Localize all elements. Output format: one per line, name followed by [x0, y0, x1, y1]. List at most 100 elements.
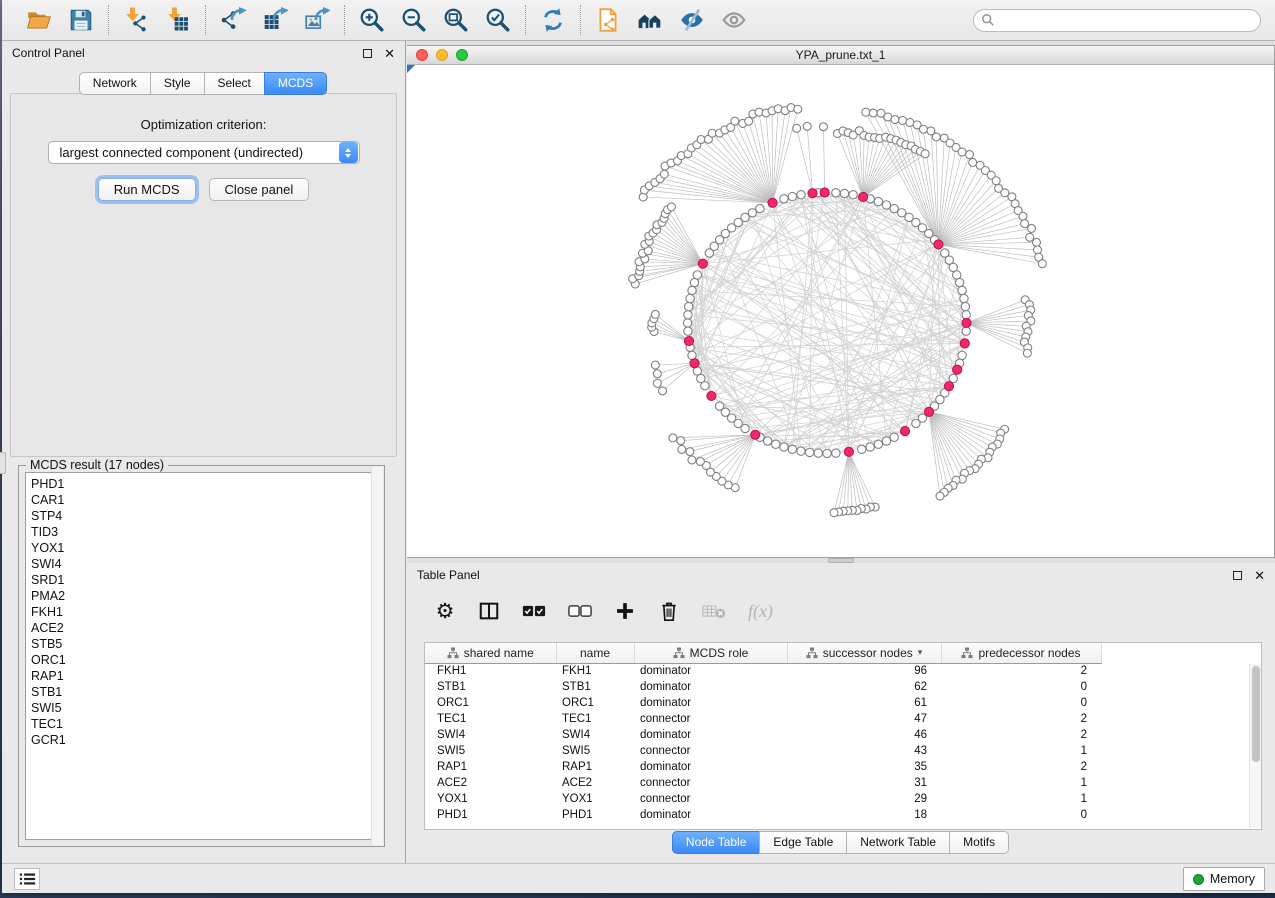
export-image-icon[interactable] [303, 6, 331, 34]
result-node-phd1[interactable]: PHD1 [31, 476, 377, 492]
select-stepper-icon [339, 142, 358, 163]
save-session-icon[interactable] [67, 6, 95, 34]
zoom-selected-icon[interactable] [484, 6, 512, 34]
mcds-tab-content: Optimization criterion: largest connecte… [10, 93, 397, 457]
column-header-predecessor-nodes[interactable]: predecessor nodes [941, 643, 1101, 663]
tab-node-table[interactable]: Node Table [672, 831, 761, 854]
status-bar: Memory [2, 863, 1275, 893]
split-panel-icon[interactable] [478, 600, 500, 622]
share-document-icon[interactable] [594, 6, 622, 34]
result-node-orc1[interactable]: ORC1 [31, 652, 377, 668]
result-node-swi4[interactable]: SWI4 [31, 556, 377, 572]
criterion-selected-value: largest connected component (undirected) [49, 145, 339, 160]
table-row-rap1[interactable]: RAP1RAP1dominator352 [425, 759, 1248, 775]
control-panel-title: Control Panel [12, 46, 85, 60]
table-row-orc1[interactable]: ORC1ORC1dominator610 [425, 695, 1248, 711]
cytoscape-window: Control Panel ✕ NetworkStyleSelectMCDS O… [2, 0, 1275, 893]
result-node-ace2[interactable]: ACE2 [31, 620, 377, 636]
result-node-tid3[interactable]: TID3 [31, 524, 377, 540]
table-panel-titlebar: Table Panel ✕ [407, 563, 1275, 587]
result-node-car1[interactable]: CAR1 [31, 492, 377, 508]
table-row-phd1[interactable]: PHD1PHD1dominator180 [425, 807, 1248, 823]
table-row-swi4[interactable]: SWI4SWI4dominator462 [425, 727, 1248, 743]
float-table-panel-icon[interactable] [1233, 571, 1242, 580]
column-header-successor-nodes[interactable]: successor nodes▾ [787, 643, 941, 663]
delete-table-icon [702, 604, 726, 619]
vertical-splitter-handle[interactable] [0, 452, 6, 474]
table-row-fkh1[interactable]: FKH1FKH1dominator962 [425, 663, 1248, 679]
network-canvas[interactable] [407, 65, 1274, 557]
result-node-stb5[interactable]: STB5 [31, 636, 377, 652]
result-list-scrollbar[interactable] [371, 467, 383, 845]
network-graph[interactable] [407, 65, 1274, 557]
network-window: YPA_prune.txt_1 [407, 45, 1275, 558]
control-panel: Control Panel ✕ NetworkStyleSelectMCDS O… [2, 41, 406, 863]
table-tabs: Node TableEdge TableNetwork TableMotifs [407, 831, 1275, 854]
memory-button[interactable]: Memory [1183, 867, 1265, 891]
column-header-name[interactable]: name [556, 643, 634, 663]
table-panel: Table Panel ✕ ⚙f(x) shared namenameMCDS … [407, 563, 1275, 863]
tab-select[interactable]: Select [204, 72, 265, 95]
column-filler [1101, 643, 1248, 663]
zoom-fit-icon[interactable] [442, 6, 470, 34]
zoom-in-icon[interactable] [358, 6, 386, 34]
mcds-result-title: MCDS result (17 nodes) [26, 458, 168, 472]
import-table-icon[interactable] [164, 6, 192, 34]
optimization-criterion-label: Optimization criterion: [11, 117, 396, 132]
export-network-icon[interactable] [219, 6, 247, 34]
result-node-rap1[interactable]: RAP1 [31, 668, 377, 684]
table-scrollbar[interactable] [1249, 664, 1261, 828]
open-session-icon[interactable] [25, 6, 53, 34]
show-hidden-icon[interactable] [720, 6, 748, 34]
import-network-icon[interactable] [122, 6, 150, 34]
select-all-icon[interactable] [522, 604, 546, 618]
tab-network[interactable]: Network [79, 72, 151, 95]
zoom-out-icon[interactable] [400, 6, 428, 34]
memory-status-icon [1193, 874, 1204, 885]
result-node-pma2[interactable]: PMA2 [31, 588, 377, 604]
result-node-stb1[interactable]: STB1 [31, 684, 377, 700]
search-input[interactable] [973, 9, 1261, 32]
add-column-icon[interactable] [614, 601, 636, 621]
result-node-srd1[interactable]: SRD1 [31, 572, 377, 588]
export-table-icon[interactable] [261, 6, 289, 34]
close-panel-button[interactable]: Close panel [209, 178, 310, 201]
table-row-ace2[interactable]: ACE2ACE2connector311 [425, 775, 1248, 791]
tab-style[interactable]: Style [150, 72, 205, 95]
float-panel-icon[interactable] [363, 49, 372, 58]
column-header-shared-name[interactable]: shared name [425, 643, 556, 663]
tab-mcds[interactable]: MCDS [264, 72, 327, 95]
panel-menu-button[interactable] [14, 868, 40, 890]
main-toolbar [2, 0, 1275, 41]
criterion-select[interactable]: largest connected component (undirected) [48, 141, 360, 164]
first-neighbors-icon[interactable] [636, 6, 664, 34]
result-node-swi5[interactable]: SWI5 [31, 700, 377, 716]
result-node-tec1[interactable]: TEC1 [31, 716, 377, 732]
result-node-gcr1[interactable]: GCR1 [31, 732, 377, 748]
table-row-stb1[interactable]: STB1STB1dominator620 [425, 679, 1248, 695]
result-node-yox1[interactable]: YOX1 [31, 540, 377, 556]
search-box [973, 9, 1261, 32]
table-row-yox1[interactable]: YOX1YOX1connector291 [425, 791, 1248, 807]
close-panel-icon[interactable]: ✕ [384, 47, 395, 60]
tab-motifs[interactable]: Motifs [949, 831, 1009, 854]
memory-label: Memory [1210, 872, 1255, 886]
deselect-all-icon[interactable] [568, 604, 592, 618]
settings-icon[interactable]: ⚙ [434, 601, 456, 622]
table-row-tec1[interactable]: TEC1TEC1connector472 [425, 711, 1248, 727]
result-node-fkh1[interactable]: FKH1 [31, 604, 377, 620]
node-table: shared namenameMCDS rolesuccessor nodes▾… [424, 642, 1262, 830]
table-panel-title: Table Panel [417, 568, 480, 582]
apply-layout-icon[interactable] [539, 6, 567, 34]
result-node-stp4[interactable]: STP4 [31, 508, 377, 524]
hide-selected-icon[interactable] [678, 6, 706, 34]
delete-column-icon[interactable] [658, 600, 680, 622]
column-header-MCDS-role[interactable]: MCDS role [634, 643, 787, 663]
tab-edge-table[interactable]: Edge Table [759, 831, 847, 854]
close-table-panel-icon[interactable]: ✕ [1254, 569, 1265, 582]
table-row-swi5[interactable]: SWI5SWI5connector431 [425, 743, 1248, 759]
table-scrollbar-thumb[interactable] [1252, 666, 1260, 762]
tab-network-table[interactable]: Network Table [846, 831, 950, 854]
mcds-result-list: PHD1CAR1STP4TID3YOX1SWI4SRD1PMA2FKH1ACE2… [25, 472, 378, 840]
run-mcds-button[interactable]: Run MCDS [98, 178, 196, 201]
